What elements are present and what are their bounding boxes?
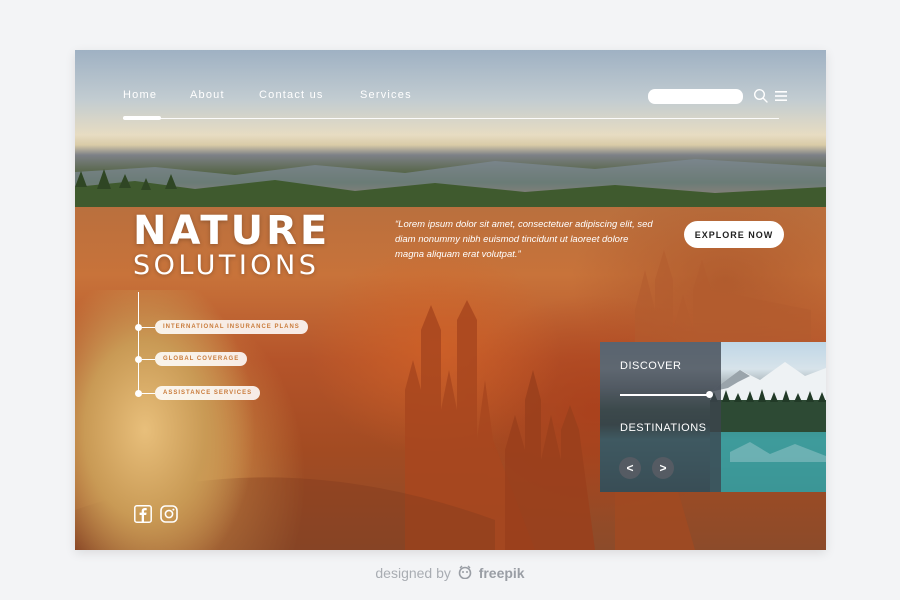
timeline-dot <box>135 390 142 397</box>
top-navigation: Home About Contact us Services <box>75 50 826 122</box>
feature-pill-insurance-plans[interactable]: INTERNATIONAL INSURANCE PLANS <box>155 320 308 334</box>
feature-pill-global-coverage[interactable]: GLOBAL COVERAGE <box>155 352 248 366</box>
hero-quote: “Lorem ipsum dolor sit amet, consectetue… <box>395 219 653 260</box>
destinations-label: DESTINATIONS <box>620 422 707 434</box>
designer-credit: designed by freepik <box>0 565 900 581</box>
discover-label: DISCOVER <box>620 360 682 372</box>
hero-title-line2: SOLUTIONS <box>133 250 320 281</box>
facebook-icon[interactable] <box>134 505 152 523</box>
landing-page-card: Home About Contact us Services NATURE SO… <box>75 50 826 550</box>
destination-slider-track[interactable] <box>620 394 710 396</box>
timeline-connector <box>142 359 155 360</box>
timeline-connector <box>142 393 155 394</box>
feature-pill-assistance-services[interactable]: ASSISTANCE SERVICES <box>155 386 261 400</box>
destinations-panel: DISCOVER DESTINATIONS < > <box>600 342 826 492</box>
explore-now-button[interactable]: EXPLORE NOW <box>684 221 784 248</box>
previous-button[interactable]: < <box>619 457 641 479</box>
destination-slider-handle[interactable] <box>706 391 713 398</box>
credit-prefix: designed by <box>375 565 451 581</box>
credit-brand[interactable]: freepik <box>479 565 525 581</box>
nav-active-indicator <box>123 116 161 120</box>
nav-link-about[interactable]: About <box>190 89 225 101</box>
nav-link-services[interactable]: Services <box>360 89 412 101</box>
search-input[interactable] <box>648 89 743 104</box>
timeline-connector <box>142 327 155 328</box>
menu-icon[interactable] <box>775 90 787 102</box>
freepik-logo-icon <box>458 565 472 580</box>
hero-title-line1: NATURE <box>133 208 331 254</box>
timeline-dot <box>135 356 142 363</box>
instagram-icon[interactable] <box>160 505 178 523</box>
search-icon[interactable] <box>753 88 769 104</box>
nav-link-contact-us[interactable]: Contact us <box>259 89 324 101</box>
nav-divider <box>123 118 779 119</box>
nav-link-home[interactable]: Home <box>123 89 157 101</box>
timeline-dot <box>135 324 142 331</box>
timeline-line <box>138 292 139 392</box>
next-button[interactable]: > <box>652 457 674 479</box>
